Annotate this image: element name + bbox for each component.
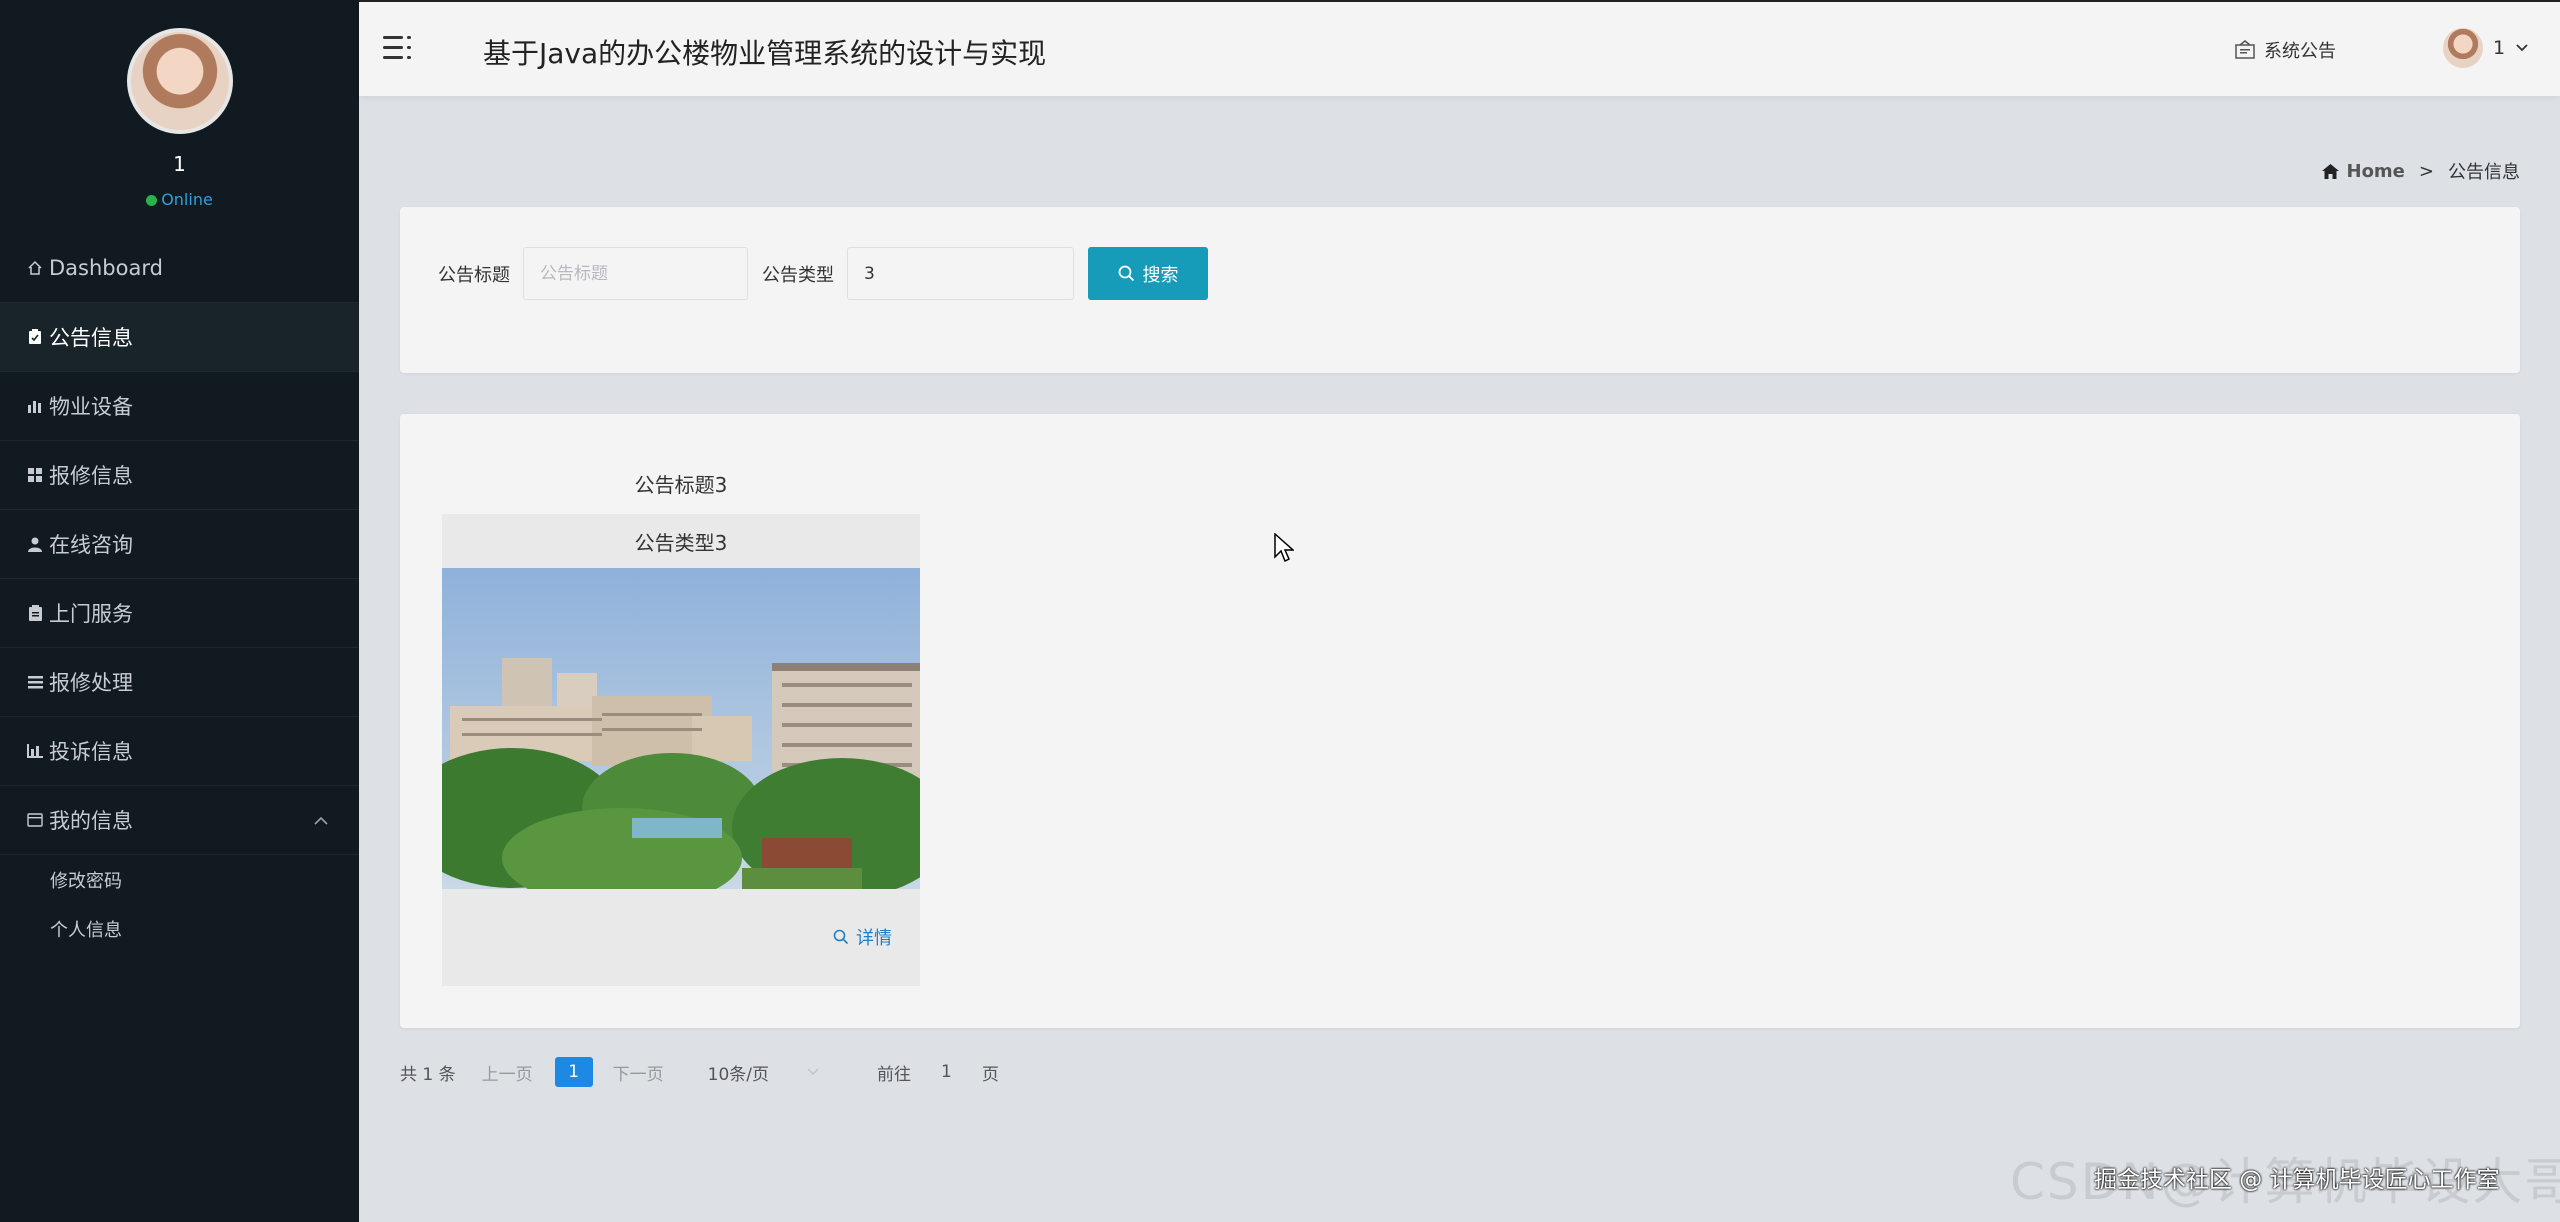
system-notice-link[interactable]: 系统公告 bbox=[2234, 37, 2336, 63]
title-search-input[interactable] bbox=[523, 247, 748, 300]
notice-card-image[interactable] bbox=[442, 568, 920, 889]
page-jump-label: 前往 bbox=[876, 1064, 911, 1085]
search-form: 公告标题 公告类型 搜索 bbox=[438, 247, 1208, 300]
home-icon bbox=[24, 260, 46, 276]
top-header: 基于Java的办公楼物业管理系统的设计与实现 系统公告 1 bbox=[359, 0, 2560, 96]
sidebar-menu: Dashboard 公告信息 物业设备 报修信息 在线咨询 上门服务 报修处理 … bbox=[0, 234, 359, 953]
sidebar-item-dashboard[interactable]: Dashboard bbox=[0, 234, 359, 303]
chevron-down-icon bbox=[807, 1064, 819, 1080]
sidebar-item-label: 投诉信息 bbox=[49, 740, 133, 764]
search-button[interactable]: 搜索 bbox=[1088, 247, 1208, 300]
chart-icon bbox=[24, 744, 46, 758]
sidebar: 1 Online Dashboard 公告信息 物业设备 报修信息 在线咨询 上… bbox=[0, 0, 359, 1222]
online-status-icon bbox=[146, 195, 158, 206]
detail-link[interactable]: 详情 bbox=[833, 924, 892, 950]
list-icon bbox=[24, 675, 46, 689]
avatar[interactable] bbox=[2443, 28, 2483, 68]
notice-card-footer: 详情 bbox=[442, 889, 920, 986]
prev-page-button[interactable]: 上一页 bbox=[482, 1060, 533, 1085]
card-icon bbox=[24, 813, 46, 827]
sidebar-item-property-equipment[interactable]: 物业设备 bbox=[0, 372, 359, 441]
page-jump: 前往 1 页 bbox=[877, 1060, 999, 1085]
system-notice-label: 系统公告 bbox=[2264, 41, 2336, 62]
breadcrumb-current: 公告信息 bbox=[2448, 162, 2520, 183]
next-page-button[interactable]: 下一页 bbox=[613, 1060, 664, 1085]
bar-chart-icon bbox=[24, 399, 46, 413]
user-menu[interactable]: 1 bbox=[2443, 28, 2529, 68]
page-jump-input[interactable]: 1 bbox=[941, 1062, 952, 1082]
breadcrumb-home[interactable]: Home bbox=[2321, 160, 2405, 182]
search-icon bbox=[1118, 265, 1134, 282]
search-icon bbox=[833, 929, 849, 945]
detail-link-label: 详情 bbox=[856, 928, 892, 949]
sidebar-item-label: Dashboard bbox=[49, 256, 163, 280]
sidebar-subitem-change-password[interactable]: 修改密码 bbox=[0, 855, 359, 904]
notice-board-icon bbox=[2235, 40, 2255, 59]
sidebar-item-label: 报修处理 bbox=[49, 671, 133, 695]
app-title: 基于Java的办公楼物业管理系统的设计与实现 bbox=[483, 37, 1047, 70]
notice-card-type: 公告类型3 bbox=[442, 514, 920, 568]
sidebar-item-label: 我的信息 bbox=[49, 809, 133, 833]
notice-card-title: 公告标题3 bbox=[634, 472, 728, 497]
sidebar-item-onsite-service[interactable]: 上门服务 bbox=[0, 579, 359, 648]
title-field-label: 公告标题 bbox=[438, 264, 510, 286]
page-size-value: 10条/页 bbox=[707, 1064, 769, 1085]
grid-icon bbox=[24, 468, 46, 482]
menu-toggle-icon[interactable] bbox=[383, 34, 413, 62]
sidebar-item-label: 公告信息 bbox=[49, 326, 133, 350]
sidebar-item-label: 在线咨询 bbox=[49, 533, 133, 557]
clipboard-icon bbox=[24, 605, 46, 621]
sidebar-item-label: 上门服务 bbox=[49, 602, 133, 626]
sidebar-item-notice[interactable]: 公告信息 bbox=[0, 303, 359, 372]
watermark: 掘金技术社区 @ 计算机毕设匠心工作室 bbox=[2094, 1167, 2500, 1193]
pagination: 共 1 条 上一页 1 下一页 10条/页 前往 1 页 bbox=[400, 1057, 999, 1087]
avatar[interactable] bbox=[127, 28, 233, 134]
breadcrumb-separator: > bbox=[2418, 160, 2434, 182]
breadcrumb-home-label: Home bbox=[2346, 160, 2405, 182]
search-button-label: 搜索 bbox=[1142, 264, 1179, 285]
sidebar-item-my-info[interactable]: 我的信息 bbox=[0, 786, 359, 855]
chevron-down-icon bbox=[2516, 44, 2528, 52]
notice-card[interactable]: 公告标题3 公告类型3 详情 bbox=[442, 458, 920, 986]
type-field-label: 公告类型 bbox=[762, 264, 834, 286]
sidebar-item-repair-info[interactable]: 报修信息 bbox=[0, 441, 359, 510]
sidebar-item-label: 物业设备 bbox=[49, 395, 133, 419]
mouse-cursor-icon bbox=[1274, 533, 1294, 563]
sidebar-item-repair-handling[interactable]: 报修处理 bbox=[0, 648, 359, 717]
home-icon bbox=[2321, 163, 2339, 179]
sidebar-item-online-consult[interactable]: 在线咨询 bbox=[0, 510, 359, 579]
sidebar-subitem-personal-info[interactable]: 个人信息 bbox=[0, 904, 359, 953]
user-status-label: Online bbox=[161, 190, 213, 209]
type-search-input[interactable] bbox=[847, 247, 1074, 300]
notice-icon bbox=[24, 329, 46, 345]
user-status: Online bbox=[0, 190, 359, 209]
notice-list-panel: 公告标题3 公告类型3 详情 bbox=[400, 414, 2520, 1028]
page-number-button[interactable]: 1 bbox=[554, 1057, 593, 1087]
user-menu-label: 1 bbox=[2493, 37, 2506, 59]
pagination-total: 共 1 条 bbox=[400, 1064, 456, 1085]
sidebar-item-complaints[interactable]: 投诉信息 bbox=[0, 717, 359, 786]
chevron-up-icon[interactable] bbox=[313, 810, 329, 831]
user-name: 1 bbox=[173, 152, 186, 176]
breadcrumb: Home > 公告信息 bbox=[2321, 158, 2520, 184]
user-icon bbox=[24, 537, 46, 552]
page-size-select[interactable]: 10条/页 bbox=[708, 1060, 819, 1085]
search-panel: 公告标题 公告类型 搜索 bbox=[400, 207, 2520, 373]
page-jump-suffix: 页 bbox=[981, 1064, 999, 1085]
sidebar-item-label: 报修信息 bbox=[49, 464, 133, 488]
